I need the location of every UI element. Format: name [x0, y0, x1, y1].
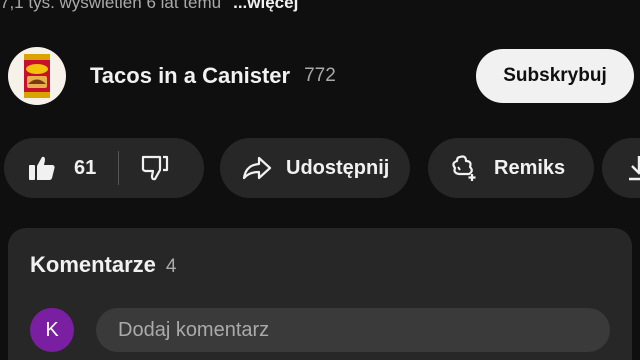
comments-count: 4 [165, 256, 177, 277]
share-arrow-icon [242, 156, 272, 180]
remix-button[interactable]: Remiks [428, 138, 594, 198]
user-avatar[interactable]: K [30, 308, 74, 352]
share-button[interactable]: Udostępnij [220, 138, 410, 198]
channel-row: Tacos in a Canister 772 Subskrybuj [8, 44, 640, 108]
add-comment-input[interactable] [96, 308, 610, 352]
subscribe-button[interactable]: Subskrybuj [476, 49, 634, 103]
thumbs-down-icon [141, 155, 169, 181]
like-dislike-pill: 61 [4, 138, 204, 198]
dislike-button[interactable] [119, 138, 169, 198]
comments-header: Komentarze 4 [30, 252, 177, 278]
video-details-page: 7,1 tys. wyświetleń 6 lat temu ...więcej… [0, 0, 640, 360]
download-icon [626, 154, 640, 182]
like-button[interactable]: 61 [4, 138, 96, 198]
comments-title: Komentarze [30, 252, 156, 277]
canister-logo-icon [22, 51, 52, 101]
like-count: 61 [74, 156, 97, 179]
actions-row: 61 Udostępnij Remiks [4, 138, 640, 198]
more-link[interactable]: ...więcej [233, 0, 298, 13]
channel-name[interactable]: Tacos in a Canister [90, 63, 290, 89]
comments-section[interactable]: Komentarze 4 K [8, 228, 632, 360]
thumbs-up-filled-icon [28, 155, 56, 181]
remix-label: Remiks [494, 156, 566, 179]
video-meta-line[interactable]: 7,1 tys. wyświetleń 6 lat temu ...więcej [0, 0, 298, 16]
subscriber-count: 772 [304, 65, 336, 86]
remix-icon [450, 154, 480, 182]
share-label: Udostępnij [286, 156, 390, 179]
download-button[interactable] [602, 138, 640, 198]
channel-avatar[interactable] [8, 47, 66, 105]
views-and-date: 7,1 tys. wyświetleń 6 lat temu [0, 0, 222, 12]
